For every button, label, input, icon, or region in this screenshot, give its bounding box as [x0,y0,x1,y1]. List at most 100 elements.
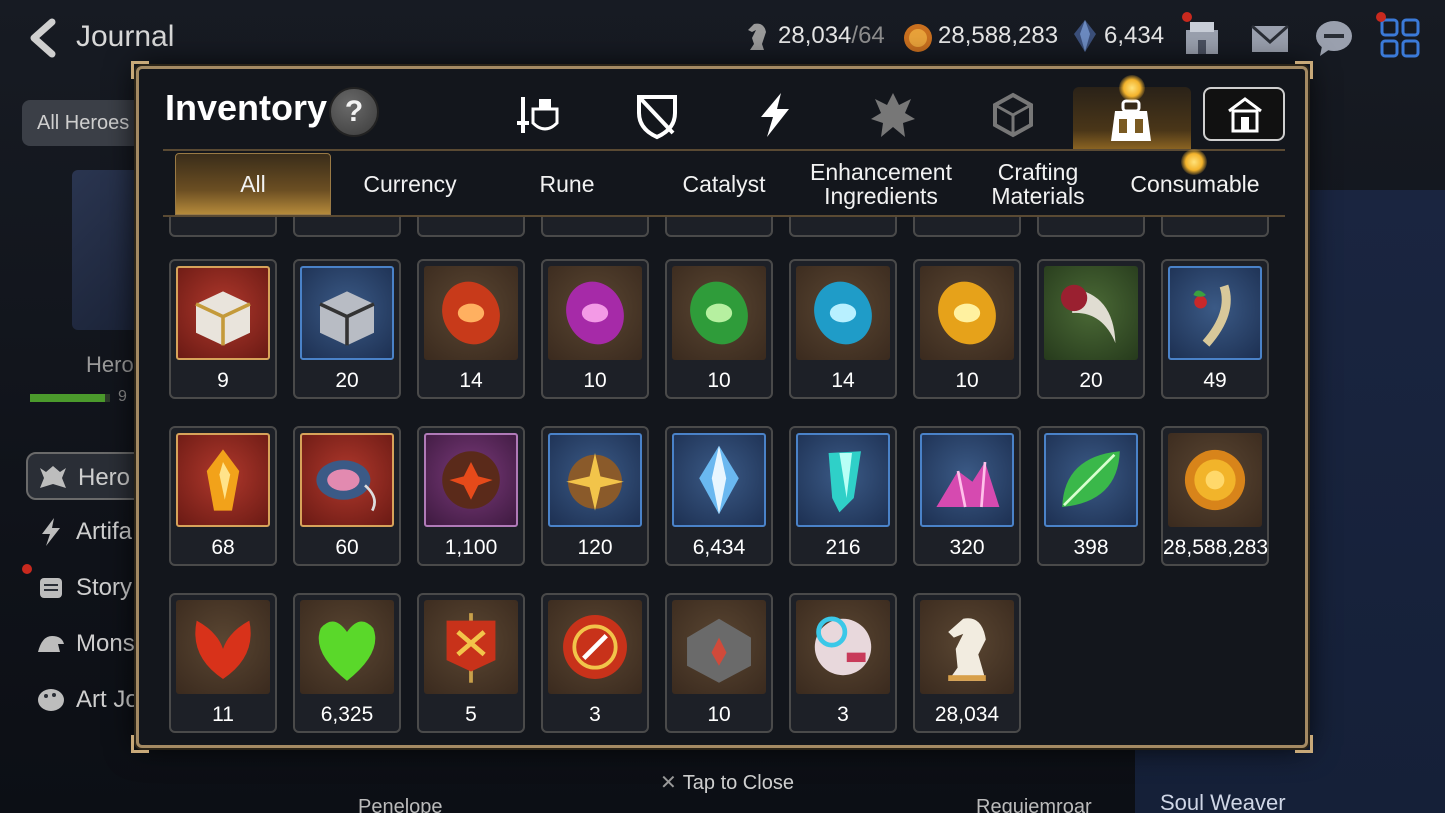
pink-gem-pile-icon [920,433,1014,527]
green-leaf-icon [1044,433,1138,527]
tab-enhancement-ingredients[interactable]: Enhancement Ingredients [803,153,959,215]
new-item-indicator [1119,75,1145,101]
scroll-icon [40,578,62,598]
inventory-slot-red-seal[interactable]: 3 [541,593,649,733]
stone-block-icon [672,600,766,694]
hero-gear-tab-icon[interactable] [513,89,565,141]
hero-name: Penelope [358,796,443,813]
item-count: 120 [577,536,613,559]
red-rune-icon [424,266,518,360]
chess-knight-icon [920,600,1014,694]
palette-icon [38,689,64,711]
tab-rune[interactable]: Rune [489,153,645,215]
chat-icon[interactable] [1312,16,1356,60]
inventory-slot[interactable] [169,217,277,237]
sidebar-item-artifact[interactable]: Artifa [26,508,146,556]
robot-pod-icon [796,600,890,694]
storehouse-icon [1228,97,1262,133]
inventory-slot-green-leaf[interactable]: 398 [1037,426,1145,566]
shop-icon[interactable] [1180,16,1224,60]
inventory-slot-red-rune[interactable]: 14 [417,259,525,399]
close-icon: ✕ [660,772,677,794]
top-bar: Journal 28,034/64 28,588,283 6,434 [0,0,1445,76]
tap-to-close[interactable]: ✕ Tap to Close [660,770,794,795]
skystone-counter: 6,434 [1104,22,1165,49]
inventory-slot[interactable] [1037,217,1145,237]
flower-medal-icon [424,433,518,527]
material-box-tab-icon[interactable] [987,89,1039,141]
inventory-slot[interactable] [1161,217,1269,237]
inventory-slot-robot-pod[interactable]: 3 [789,593,897,733]
inventory-slot-coiled-charm[interactable]: 60 [293,426,401,566]
inventory-slot-green-heart[interactable]: 6,325 [293,593,401,733]
all-heroes-filter[interactable]: All Heroes [22,100,142,146]
yellow-rune-icon [920,266,1014,360]
back-arrow-icon[interactable] [24,18,64,58]
new-item-indicator [1181,149,1207,175]
tab-crafting-materials[interactable]: Crafting Materials [960,153,1116,215]
tab-currency[interactable]: Currency [332,153,488,215]
green-heart-icon [300,600,394,694]
frame-corner [131,735,149,753]
inventory-slot[interactable] [417,217,525,237]
inventory-slot-flower-medal[interactable]: 1,100 [417,426,525,566]
inventory-slot-banner[interactable]: 5 [417,593,525,733]
class-label: Soul Weaver [1160,790,1286,813]
blue-rune-icon [796,266,890,360]
inventory-slot-stone-block[interactable]: 10 [665,593,773,733]
sidebar-item-hero[interactable]: Hero [26,452,146,500]
inventory-slot[interactable] [541,217,649,237]
white-gold-chest-icon [176,266,270,360]
inventory-slot-flame-crystal[interactable]: 68 [169,426,277,566]
storage-button[interactable] [1203,87,1285,141]
inventory-slot-claw[interactable]: 20 [1037,259,1145,399]
shield-tab-icon[interactable] [631,89,683,141]
silver-chest-icon [300,266,394,360]
hero-progress-value: 9 [118,388,127,405]
bag-icon [1111,99,1151,141]
help-button[interactable]: ? [329,87,379,137]
inventory-slot-cyan-crystal[interactable]: 216 [789,426,897,566]
inventory-slot-white-gold-chest[interactable]: 9 [169,259,277,399]
inventory-slot-red-leaf[interactable]: 11 [169,593,277,733]
sidebar-item-art-journal[interactable]: Art Jo [26,676,146,724]
item-count: 68 [211,536,235,559]
stamina-icon [748,23,766,50]
inventory-slot-pink-gem-pile[interactable]: 320 [913,426,1021,566]
inventory-slot-herb-root[interactable]: 49 [1161,259,1269,399]
tab-catalyst[interactable]: Catalyst [646,153,802,215]
inventory-slot[interactable] [665,217,773,237]
sidebar-item-monster[interactable]: Mons [26,620,146,668]
page-title: Journal [76,20,175,53]
item-count: 216 [825,536,861,559]
menu-grid-icon[interactable] [1378,16,1422,60]
mail-icon[interactable] [1248,16,1292,60]
notification-dot [1182,12,1192,22]
tab-all[interactable]: All [175,153,331,215]
item-count: 6,434 [692,536,746,559]
inventory-slot[interactable] [789,217,897,237]
inventory-slot-skystone[interactable]: 6,434 [665,426,773,566]
inventory-slot-star-compass[interactable]: 120 [541,426,649,566]
inventory-slot-purple-rune[interactable]: 10 [541,259,649,399]
sidebar-item-story[interactable]: Story [26,564,146,612]
gold-counter: 28,588,283 [938,22,1059,49]
skystone-icon [1074,20,1096,52]
skystone-icon [672,433,766,527]
inventory-slot[interactable] [293,217,401,237]
inventory-slot[interactable] [913,217,1021,237]
item-count: 14 [459,369,483,392]
stamina-counter: 28,034/64 [778,22,885,49]
inventory-slot-blue-rune[interactable]: 14 [789,259,897,399]
artifact-tab-icon[interactable] [867,89,919,141]
inventory-slot-silver-chest[interactable]: 20 [293,259,401,399]
item-count: 10 [707,703,731,726]
lightning-tab-icon[interactable] [749,89,801,141]
item-count: 1,100 [444,536,498,559]
banner-icon [424,600,518,694]
inventory-slot-chess-knight[interactable]: 28,034 [913,593,1021,733]
inventory-slot-gold-coin[interactable]: 28,588,283 [1161,426,1269,566]
inventory-slot-yellow-rune[interactable]: 10 [913,259,1021,399]
green-rune-icon [672,266,766,360]
inventory-slot-green-rune[interactable]: 10 [665,259,773,399]
